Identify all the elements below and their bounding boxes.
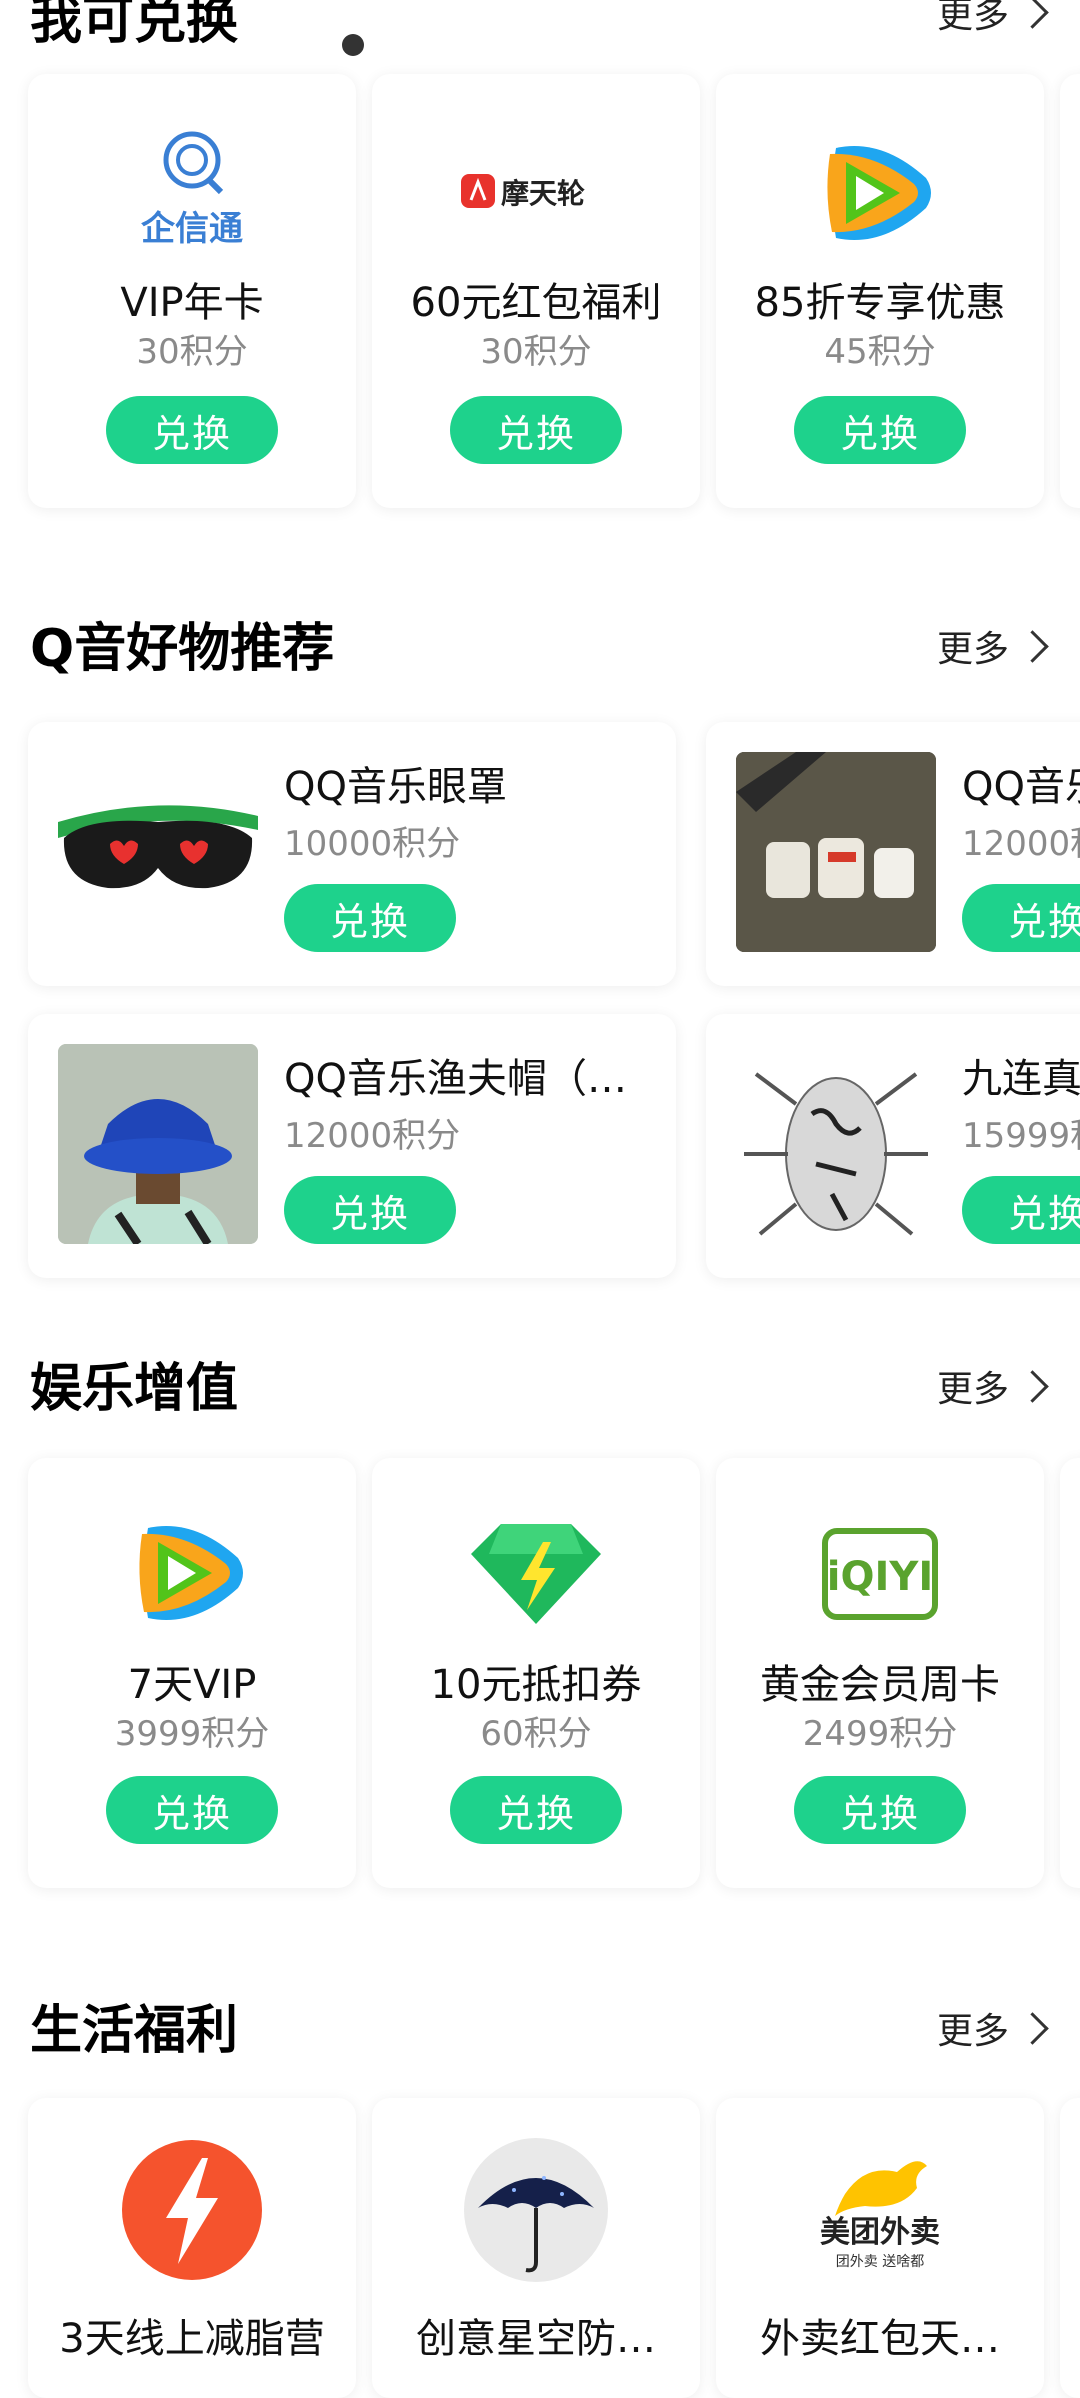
entertainment-card-4-partial[interactable] [1060, 1458, 1080, 1888]
item-name: 九连真 [962, 1056, 1080, 1102]
exchange-card-1[interactable]: 企信通 VIP年卡 30积分 兑换 [28, 74, 356, 508]
umbrella-image [372, 2138, 700, 2282]
item-points: 15999积 [962, 1116, 1080, 1156]
section-title-life: 生活福利 [30, 2001, 239, 2061]
green-diamond-icon [372, 1524, 700, 1624]
exchange-button[interactable]: 兑换 [450, 1776, 622, 1844]
more-link-life[interactable]: 更多 [936, 2002, 1049, 2054]
item-name: QQ音乐眼罩 [284, 764, 507, 810]
svg-text:团外卖 送啥都: 团外卖 送啥都 [836, 2254, 924, 2270]
entertainment-card-2[interactable]: 10元抵扣券 60积分 兑换 [372, 1458, 700, 1888]
goods-card-bucket-hat[interactable]: QQ音乐渔夫帽（… 12000积分 兑换 [28, 1014, 676, 1278]
item-points: 3999积分 [114, 1714, 270, 1754]
exchange-button[interactable]: 兑换 [284, 884, 456, 952]
more-label: 更多 [936, 2011, 1009, 2052]
more-label: 更多 [936, 629, 1009, 670]
more-link-exchange[interactable]: 更多 [936, 0, 1049, 38]
goods-card-2-partial[interactable]: QQ音乐 12000积 兑换 [706, 722, 1080, 986]
iqiyi-logo: iQIYI [716, 1528, 1044, 1620]
chevron-right-icon [1016, 0, 1049, 29]
more-label: 更多 [936, 1369, 1009, 1410]
life-card-4-partial[interactable] [1060, 2098, 1080, 2398]
item-name: 10元抵扣券 [430, 1662, 642, 1708]
section-title-exchange: 我可兑换 [30, 0, 239, 51]
life-card-1[interactable]: 3天线上减脂营 [28, 2098, 356, 2398]
svg-text:企信通: 企信通 [141, 209, 243, 249]
exchange-card-4-partial[interactable] [1060, 74, 1080, 508]
exchange-card-2[interactable]: 摩天轮 60元红包福利 30积分 兑换 [372, 74, 700, 508]
exchange-button[interactable]: 兑换 [450, 396, 622, 464]
bucket-hat-image [58, 1044, 258, 1244]
beetle-art-image [736, 1044, 936, 1244]
svg-text:摩天轮: 摩天轮 [501, 177, 585, 210]
chevron-right-icon [1016, 1369, 1049, 1403]
life-card-2[interactable]: 创意星空防… [372, 2098, 700, 2398]
item-name: 外卖红包天… [760, 2316, 1000, 2362]
section-title-qq-goods: Q音好物推荐 [30, 619, 335, 679]
entertainment-card-1[interactable]: 7天VIP 3999积分 兑换 [28, 1458, 356, 1888]
tencent-video-logo [716, 138, 1044, 248]
item-points: 12000积 [962, 824, 1080, 864]
item-points: 30积分 [480, 332, 592, 372]
item-name: 创意星空防… [416, 2316, 656, 2362]
item-points: 30积分 [136, 332, 248, 372]
meituan-waimai-logo: 美团外卖 团外卖 送啥都 [716, 2144, 1044, 2274]
tencent-video-logo [28, 1518, 356, 1628]
item-name: QQ音乐 [962, 764, 1080, 810]
section-title-entertainment: 娱乐增值 [30, 1359, 239, 1419]
item-points: 60积分 [480, 1714, 592, 1754]
item-name: 7天VIP [127, 1662, 257, 1708]
exchange-button[interactable]: 兑换 [284, 1176, 456, 1244]
entertainment-card-3[interactable]: iQIYI 黄金会员周卡 2499积分 兑换 [716, 1458, 1044, 1888]
item-name: 3天线上减脂营 [59, 2316, 325, 2362]
eye-mask-image [58, 752, 258, 952]
float-badge-icon [342, 34, 364, 56]
product-photo [736, 752, 936, 952]
exchange-button[interactable]: 兑换 [794, 1776, 966, 1844]
item-points: 2499积分 [802, 1714, 958, 1754]
svg-text:美团外卖: 美团外卖 [820, 2215, 940, 2250]
exchange-button[interactable]: 兑换 [106, 1776, 278, 1844]
life-card-3[interactable]: 美团外卖 团外卖 送啥都 外卖红包天… [716, 2098, 1044, 2398]
item-name: QQ音乐渔夫帽（… [284, 1056, 627, 1102]
exchange-button[interactable]: 兑换 [962, 1176, 1080, 1244]
item-name: 黄金会员周卡 [760, 1662, 1000, 1708]
chevron-right-icon [1016, 2011, 1049, 2045]
exchange-card-3[interactable]: 85折专享优惠 45积分 兑换 [716, 74, 1044, 508]
item-name: 60元红包福利 [410, 280, 662, 326]
goods-card-eye-mask[interactable]: QQ音乐眼罩 10000积分 兑换 [28, 722, 676, 986]
exchange-button[interactable]: 兑换 [962, 884, 1080, 952]
item-points: 10000积分 [284, 824, 461, 864]
svg-text:iQIYI: iQIYI [827, 1554, 933, 1600]
more-label: 更多 [936, 0, 1009, 36]
exchange-button[interactable]: 兑换 [106, 396, 278, 464]
qixintong-logo: 企信通 [28, 130, 356, 250]
item-points: 45积分 [824, 332, 936, 372]
item-name: VIP年卡 [120, 280, 264, 326]
more-link-qq-goods[interactable]: 更多 [936, 620, 1049, 672]
lightning-app-icon [28, 2140, 356, 2280]
exchange-button[interactable]: 兑换 [794, 396, 966, 464]
goods-card-4-partial[interactable]: 九连真 15999积 兑换 [706, 1014, 1080, 1278]
item-points: 12000积分 [284, 1116, 461, 1156]
motianlun-logo: 摩天轮 [372, 170, 700, 214]
item-name: 85折专享优惠 [754, 280, 1006, 326]
chevron-right-icon [1016, 629, 1049, 663]
more-link-entertainment[interactable]: 更多 [936, 1360, 1049, 1412]
